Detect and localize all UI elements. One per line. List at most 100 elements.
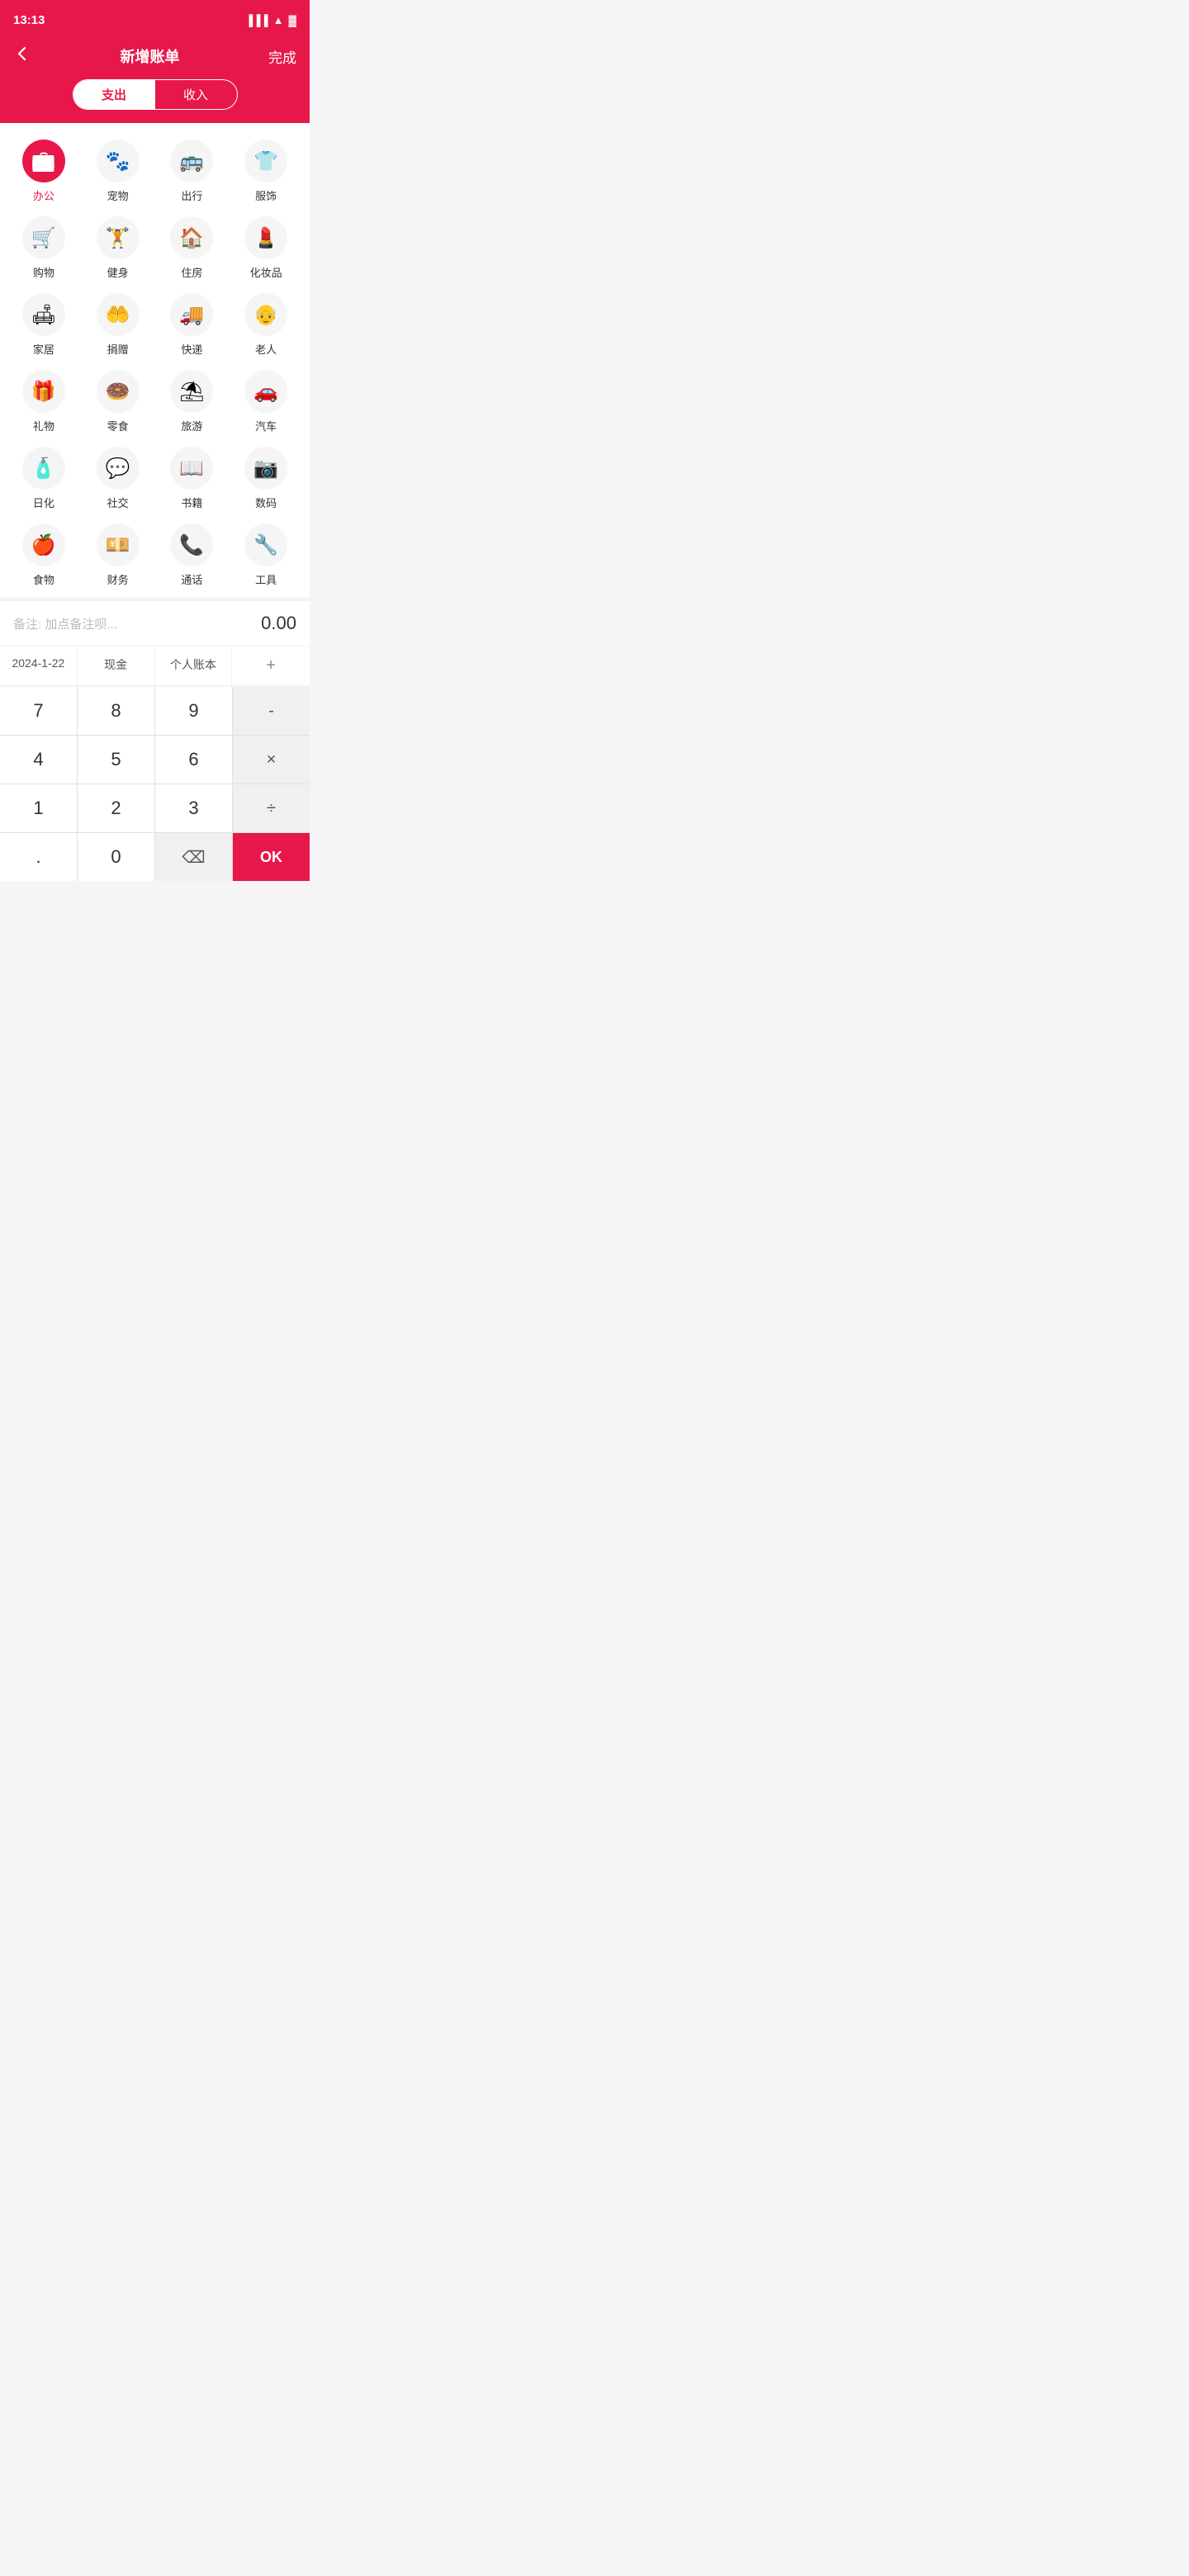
category-item-pet[interactable]: 🐾宠物 [81,136,155,206]
numpad-key-backspace[interactable]: ⌫ [155,833,232,881]
add-info-button[interactable]: + [232,646,310,685]
numpad: 789- 456× 123÷.0⌫OK [0,687,310,881]
status-time: 13:13 [13,13,45,27]
note-amount-row: 备注: 加点备注呗... 0.00 [0,600,310,646]
pay-method-cell[interactable]: 现金 [78,646,155,685]
done-button[interactable]: 完成 [268,46,296,67]
category-icon-housing: 🏠 [170,216,213,259]
category-item-food[interactable]: 🍎 食物 [7,520,81,590]
category-item-clothing[interactable]: 👕 服饰 [229,136,303,206]
category-label-daily: 日化 [33,495,54,510]
numpad-key-5[interactable]: 5 [78,736,154,784]
numpad-key-9[interactable]: 9 [155,687,232,735]
category-item-elderly[interactable]: 👴老人 [229,290,303,360]
date-cell[interactable]: 2024-1-22 [0,646,78,685]
category-icon-phone: 📞 [170,523,213,566]
numpad-key-ok[interactable]: OK [233,833,310,881]
category-label-car: 汽车 [255,418,277,433]
note-placeholder[interactable]: 备注: 加点备注呗... [13,615,117,632]
numpad-key-6[interactable]: 6 [155,736,232,784]
category-item-digital[interactable]: 📷 数码 [229,443,303,514]
header: 新增账单 完成 [0,36,310,79]
category-icon-furniture: 🛋 [22,293,65,336]
battery-icon: ▓ [289,14,296,26]
category-icon-daily: 🧴 [22,447,65,490]
category-item-tourism[interactable]: ⛱ 旅游 [155,367,230,437]
numpad-key-1[interactable]: 1 [0,784,77,832]
category-icon-express: 🚚 [170,293,213,336]
category-icon-gift: 🎁 [22,370,65,413]
numpad-key-2[interactable]: 2 [78,784,154,832]
tab-expense[interactable]: 支出 [73,80,155,109]
category-label-office: 办公 [33,187,54,203]
category-item-social[interactable]: 💬社交 [81,443,155,514]
tab-group: 支出 收入 [73,79,238,110]
category-icon-books: 📖 [170,447,213,490]
category-item-cosmetics[interactable]: 💄 化妆品 [229,213,303,283]
numpad-key-minus[interactable]: - [233,687,310,735]
status-icons: ▐▐▐ ▲ ▓ [245,14,296,26]
category-label-clothing: 服饰 [255,187,277,203]
category-icon-food: 🍎 [22,523,65,566]
category-icon-donation: 🤲 [97,293,140,336]
category-item-tools[interactable]: 🔧工具 [229,520,303,590]
category-icon-shopping: 🛒 [22,216,65,259]
tab-container: 支出 收入 [0,79,310,123]
status-bar: 13:13 ▐▐▐ ▲ ▓ [0,0,310,36]
category-item-finance[interactable]: 💴 财务 [81,520,155,590]
category-item-snack[interactable]: 🍩零食 [81,367,155,437]
numpad-key-0[interactable]: 0 [78,833,154,881]
numpad-key-divide[interactable]: ÷ [233,784,310,832]
category-icon-clothing: 👕 [244,140,287,182]
numpad-key-3[interactable]: 3 [155,784,232,832]
category-label-snack: 零食 [107,418,129,433]
category-icon-travel: 🚌 [170,140,213,182]
category-icon-tourism: ⛱ [170,370,213,413]
category-icon-finance: 💴 [97,523,140,566]
category-item-fitness[interactable]: 🏋 健身 [81,213,155,283]
category-item-shopping[interactable]: 🛒 购物 [7,213,81,283]
back-button[interactable] [13,45,31,68]
category-icon-cosmetics: 💄 [244,216,287,259]
page-title: 新增账单 [121,45,180,67]
numpad-key-dot[interactable]: . [0,833,77,881]
category-item-gift[interactable]: 🎁礼物 [7,367,81,437]
signal-icon: ▐▐▐ [245,14,268,26]
category-item-office[interactable]: 💼办公 [7,136,81,206]
category-icon-fitness: 🏋 [97,216,140,259]
category-label-finance: 财务 [107,571,129,587]
category-item-furniture[interactable]: 🛋 家居 [7,290,81,360]
numpad-key-7[interactable]: 7 [0,687,77,735]
numpad-key-4[interactable]: 4 [0,736,77,784]
category-item-express[interactable]: 🚚 快递 [155,290,230,360]
category-label-furniture: 家居 [33,341,54,357]
category-label-express: 快递 [181,341,202,357]
wifi-icon: ▲ [273,14,284,26]
category-icon-pet: 🐾 [97,140,140,182]
category-item-daily[interactable]: 🧴 日化 [7,443,81,514]
category-label-cosmetics: 化妆品 [250,264,282,280]
category-item-donation[interactable]: 🤲 捐赠 [81,290,155,360]
numpad-key-8[interactable]: 8 [78,687,154,735]
category-item-car[interactable]: 🚗汽车 [229,367,303,437]
category-icon-social: 💬 [97,447,140,490]
category-label-fitness: 健身 [107,264,129,280]
amount-display: 0.00 [261,613,296,634]
category-label-food: 食物 [33,571,54,587]
category-label-donation: 捐赠 [107,341,129,357]
category-label-tools: 工具 [255,571,277,587]
category-item-travel[interactable]: 🚌 出行 [155,136,230,206]
category-label-travel: 出行 [181,187,202,203]
category-label-tourism: 旅游 [181,418,202,433]
category-item-books[interactable]: 📖书籍 [155,443,230,514]
category-icon-digital: 📷 [244,447,287,490]
category-label-shopping: 购物 [33,264,54,280]
account-cell[interactable]: 个人账本 [155,646,233,685]
category-label-housing: 住房 [181,264,202,280]
category-label-phone: 通话 [181,571,202,587]
numpad-key-multiply[interactable]: × [233,736,310,784]
category-item-housing[interactable]: 🏠 住房 [155,213,230,283]
tab-income[interactable]: 收入 [155,80,237,109]
category-label-digital: 数码 [255,495,277,510]
category-item-phone[interactable]: 📞 通话 [155,520,230,590]
